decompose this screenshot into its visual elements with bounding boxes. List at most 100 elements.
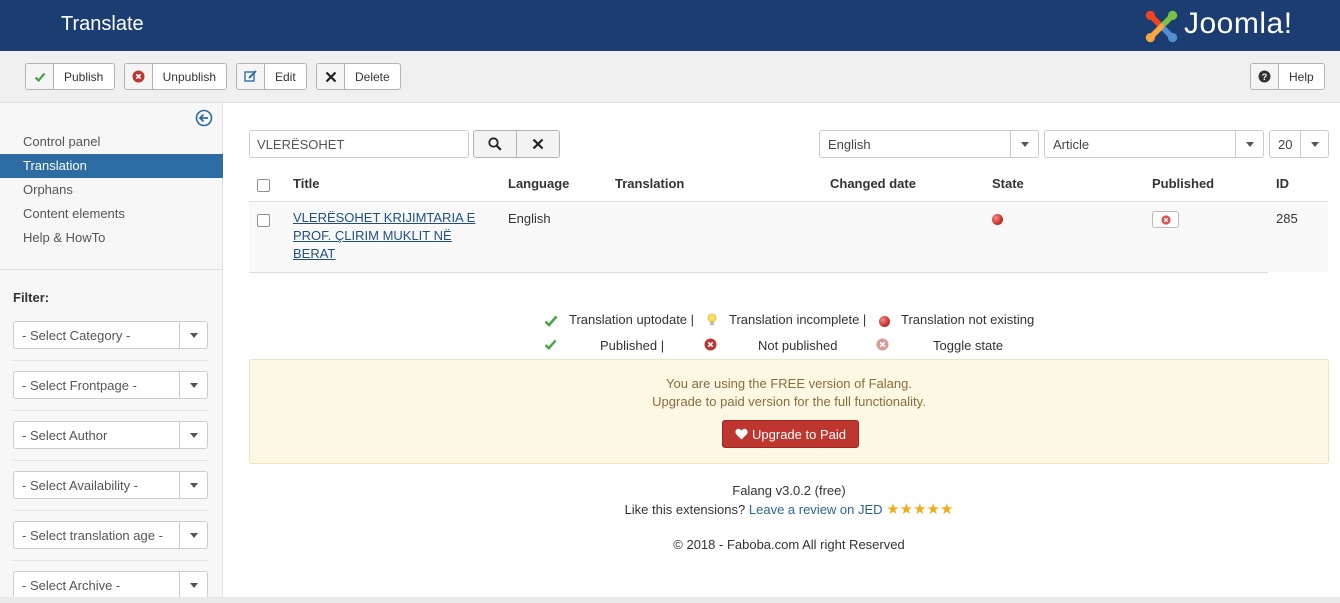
upgrade-to-paid-button[interactable]: Upgrade to Paid [722, 420, 859, 448]
page-title: Translate [61, 13, 144, 35]
unpublish-button[interactable]: Unpublish [124, 63, 227, 90]
sidebar-item-content-elements[interactable]: Content elements [0, 202, 223, 226]
language-select-value: English [828, 136, 871, 152]
row-id: 285 [1276, 211, 1298, 226]
clear-search-button[interactable] [516, 130, 560, 158]
archive-filter-select[interactable]: - Select Archive - [13, 571, 208, 599]
row-language: English [508, 211, 551, 226]
collapse-sidebar-icon[interactable] [195, 109, 213, 127]
chevron-down-icon [179, 472, 207, 498]
heart-icon [735, 428, 748, 440]
chevron-down-icon [179, 522, 207, 548]
alert-line-2: Upgrade to paid version for the full fun… [652, 394, 926, 409]
chevron-down-icon [179, 422, 207, 448]
archive-filter-value: - Select Archive - [22, 577, 121, 593]
search-button[interactable] [473, 130, 517, 158]
close-icon [532, 138, 544, 150]
legend-incomplete: Translation incomplete | [729, 312, 867, 327]
author-filter-value: - Select Author [22, 427, 108, 443]
translation-not-existing-legend-icon [879, 316, 890, 327]
filter-divider [13, 560, 208, 561]
sidebar-item-orphans[interactable]: Orphans [0, 178, 223, 202]
row-checkbox[interactable] [257, 214, 270, 227]
published-icon [544, 339, 557, 350]
category-filter-select[interactable]: - Select Category - [13, 321, 208, 349]
legend-not-published: Not published [758, 338, 838, 353]
joomla-logo: Joomla! [1143, 6, 1293, 46]
filter-divider [13, 510, 208, 511]
author-filter-select[interactable]: - Select Author [13, 421, 208, 449]
chevron-down-icon [1010, 131, 1038, 157]
lightbulb-icon [707, 313, 717, 325]
column-header-state[interactable]: State [992, 176, 1024, 191]
edit-button[interactable]: Edit [236, 63, 307, 90]
select-all-checkbox[interactable] [257, 179, 270, 192]
chevron-down-icon [1235, 131, 1263, 157]
svg-text:?: ? [1262, 72, 1268, 82]
filter-divider [13, 460, 208, 461]
review-line: Like this extensions? Leave a review on … [249, 500, 1329, 518]
publish-button[interactable]: Publish [25, 63, 115, 90]
table-row-divider [249, 272, 1268, 273]
app-header: Translate Joomla! [0, 0, 1340, 51]
edit-label: Edit [275, 69, 296, 84]
search-input[interactable] [249, 130, 469, 158]
legend-toggle-state: Toggle state [933, 338, 1004, 353]
alert-line-1: You are using the FREE version of Falang… [666, 376, 912, 391]
joomla-wordmark: Joomla! [1184, 7, 1293, 40]
translation-age-filter-select[interactable]: - Select translation age - [13, 521, 208, 549]
translation-age-filter-value: - Select translation age - [22, 527, 163, 543]
publish-label: Publish [64, 69, 104, 84]
unpublish-icon [125, 64, 153, 89]
sidebar: Control panel Translation Orphans Conten… [0, 103, 223, 599]
review-link[interactable]: Leave a review on JED [749, 502, 883, 517]
column-header-title[interactable]: Title [293, 176, 320, 191]
toggle-state-icon [876, 338, 889, 351]
unpublished-icon [1160, 214, 1171, 225]
sidebar-item-help-howto[interactable]: Help & HowTo [0, 226, 223, 250]
frontpage-filter-value: - Select Frontpage - [22, 377, 137, 393]
column-header-id[interactable]: ID [1276, 176, 1289, 191]
sidebar-item-translation[interactable]: Translation [0, 154, 223, 178]
sidebar-divider [0, 269, 223, 270]
column-header-language[interactable]: Language [508, 176, 569, 191]
rating-stars-icon: ★★★★★ [886, 501, 954, 518]
bottom-scroll-area [0, 597, 1340, 603]
joomla-logo-icon [1145, 10, 1178, 42]
chevron-down-icon [1300, 131, 1328, 157]
version-text: Falang v3.0.2 (free) [732, 483, 846, 498]
translation-uptodate-icon [544, 315, 558, 327]
legend-published: Published | [600, 338, 665, 353]
filter-divider [13, 360, 208, 361]
legend-not-existing: Translation not existing [901, 312, 1035, 327]
upgrade-button-label: Upgrade to Paid [752, 426, 846, 442]
edit-icon [237, 64, 265, 89]
help-button[interactable]: ? Help [1250, 63, 1325, 90]
row-title-link[interactable]: VLERËSOHET KRIJIMTARIA E PROF. ÇLIRIM MU… [293, 209, 493, 263]
copyright-text: © 2018 - Faboba.com All right Reserved [673, 537, 905, 552]
unpublish-label: Unpublish [162, 69, 216, 84]
not-published-icon [704, 338, 717, 351]
delete-label: Delete [355, 69, 390, 84]
check-icon [26, 64, 54, 89]
translation-not-existing-icon [992, 214, 1003, 225]
sidebar-item-control-panel[interactable]: Control panel [0, 130, 223, 154]
delete-button[interactable]: Delete [316, 63, 401, 90]
close-icon [317, 64, 345, 89]
help-label: Help [1289, 69, 1314, 84]
availability-filter-value: - Select Availability - [22, 477, 139, 493]
chevron-down-icon [179, 372, 207, 398]
chevron-down-icon [179, 322, 207, 348]
column-header-published[interactable]: Published [1152, 176, 1214, 191]
column-header-changed-date[interactable]: Changed date [830, 176, 916, 191]
toggle-published-button[interactable] [1152, 211, 1179, 228]
frontpage-filter-select[interactable]: - Select Frontpage - [13, 371, 208, 399]
language-select[interactable]: English [819, 130, 1039, 158]
question-icon: ? [1251, 64, 1279, 89]
free-version-alert: You are using the FREE version of Falang… [249, 359, 1329, 464]
filter-divider [13, 410, 208, 411]
availability-filter-select[interactable]: - Select Availability - [13, 471, 208, 499]
list-limit-select[interactable]: 20 [1269, 130, 1329, 158]
content-type-select[interactable]: Article [1044, 130, 1264, 158]
column-header-translation[interactable]: Translation [615, 176, 684, 191]
